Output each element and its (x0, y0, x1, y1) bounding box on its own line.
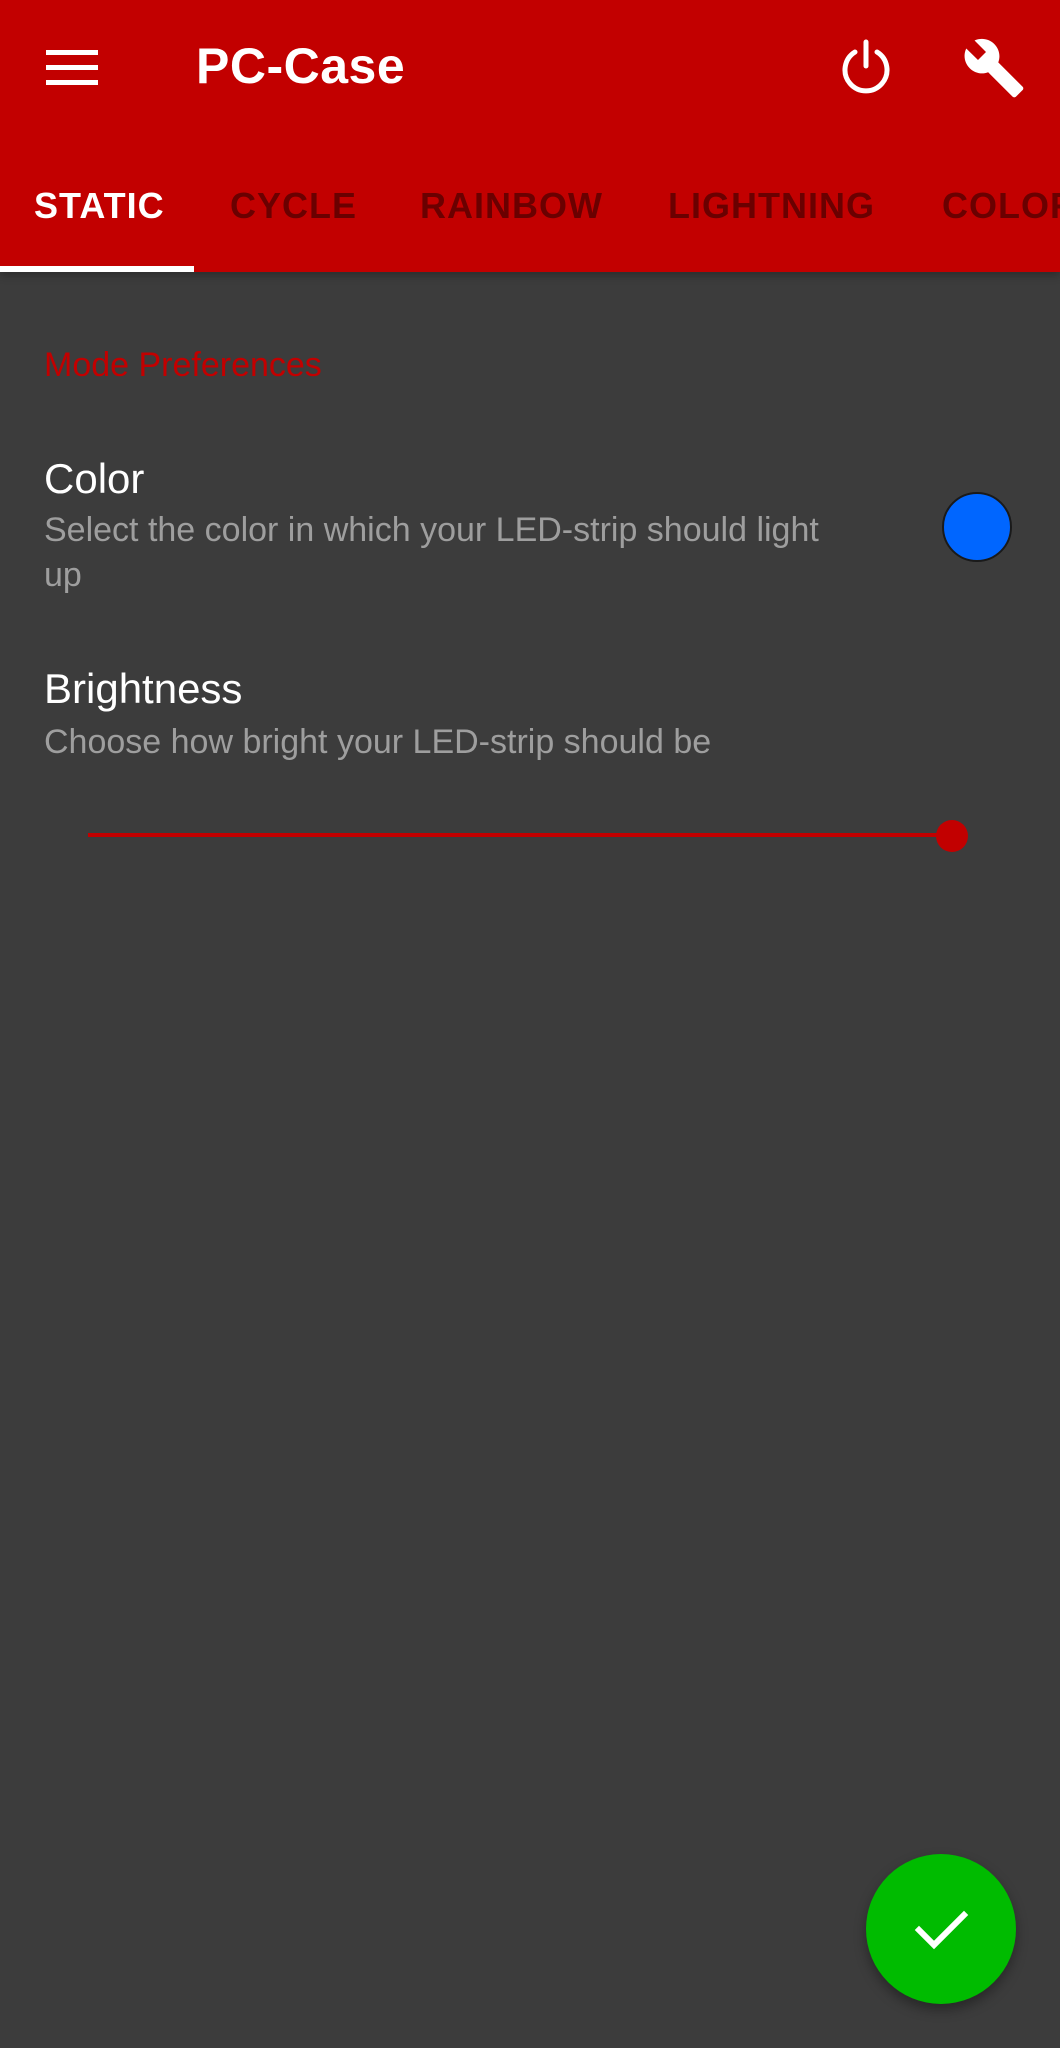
wrench-icon (964, 38, 1024, 98)
checkmark-icon (914, 1910, 969, 1950)
tab-color[interactable]: COLOR (942, 136, 1060, 272)
power-icon (842, 39, 890, 94)
app-title: PC-Case (196, 38, 406, 94)
slider-thumb[interactable] (936, 820, 968, 852)
tab-selection-indicator (0, 266, 194, 272)
tab-static[interactable]: STATIC (34, 136, 165, 272)
color-preference[interactable]: Color Select the color in which your LED… (0, 440, 1060, 620)
brightness-slider[interactable] (70, 800, 990, 870)
section-header-mode-preferences: Mode Preferences (44, 346, 322, 384)
tab-rainbow[interactable]: RAINBOW (420, 136, 603, 272)
slider-track (88, 833, 952, 837)
toolbar: PC-Case (0, 0, 1060, 136)
power-button[interactable] (826, 28, 906, 108)
tab-lightning[interactable]: LIGHTNING (668, 136, 875, 272)
brightness-preference-summary: Choose how bright your LED-strip should … (44, 723, 712, 761)
apply-button[interactable] (866, 1854, 1016, 2004)
color-preference-summary: Select the color in which your LED-strip… (44, 511, 819, 594)
menu-button[interactable] (32, 32, 120, 104)
brightness-preference-title: Brightness (44, 665, 243, 712)
mode-tabs: STATIC CYCLE RAINBOW LIGHTNING COLOR (0, 136, 1060, 272)
settings-button[interactable] (954, 28, 1034, 108)
app-bar: PC-Case STATIC CYCLE RAINBOW LIGHTNING C… (0, 0, 1060, 272)
tab-cycle[interactable]: CYCLE (230, 136, 357, 272)
color-swatch[interactable] (942, 492, 1012, 562)
color-preference-title: Color (44, 455, 145, 502)
hamburger-menu-icon (46, 50, 98, 85)
